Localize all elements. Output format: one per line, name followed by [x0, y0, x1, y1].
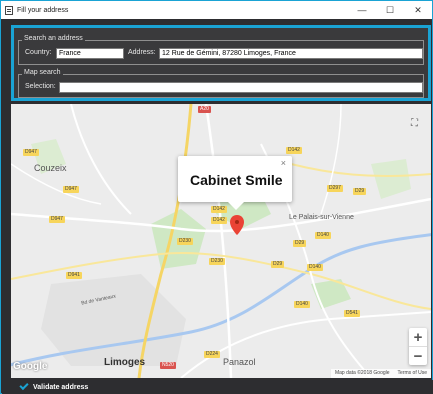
road-label: D140: [307, 264, 323, 271]
selection-label: Selection:: [25, 83, 56, 90]
zoom-out-button[interactable]: −: [409, 347, 427, 365]
road-label: D230: [177, 238, 193, 245]
minimize-button[interactable]: —: [348, 1, 376, 19]
country-field[interactable]: France: [56, 48, 124, 59]
road-label: N520: [160, 362, 176, 369]
road-label: D142: [211, 206, 227, 213]
road-label: D29: [293, 240, 307, 247]
place-label-palais: Le Palais-sur-Vienne: [289, 214, 354, 221]
map-search-group: Map search Selection:: [18, 69, 424, 98]
search-group-title: Search an address: [22, 35, 85, 42]
address-field[interactable]: 12 Rue de Gémini, 87280 Limoges, France: [159, 48, 423, 59]
road-label: D29: [353, 188, 367, 195]
road-label: D297: [327, 185, 343, 192]
road-label: D140: [315, 232, 331, 239]
fullscreen-icon[interactable]: ⛶: [411, 118, 425, 132]
info-window-title: Cabinet Smile: [190, 172, 283, 188]
search-address-group: Search an address Country: France Addres…: [18, 35, 424, 65]
place-label-panazol: Panazol: [223, 357, 256, 367]
validate-address-button[interactable]: Validate address: [19, 380, 89, 391]
road-label: D142: [286, 147, 302, 154]
bottom-bar: Validate address: [2, 380, 433, 394]
validate-address-label: Validate address: [33, 383, 89, 391]
close-button[interactable]: ✕: [404, 1, 432, 19]
road-label: D947: [23, 149, 39, 156]
address-label: Address:: [128, 49, 156, 56]
app-icon: [5, 5, 13, 15]
place-label-limoges: Limoges: [104, 357, 146, 368]
address-panel: Search an address Country: France Addres…: [11, 25, 431, 101]
google-logo: Google: [13, 361, 48, 372]
terms-of-use-link[interactable]: Terms of Use: [394, 369, 431, 378]
place-label-couzeix: Couzeix: [34, 163, 67, 173]
zoom-control: + −: [409, 328, 427, 365]
road-label: D947: [63, 186, 79, 193]
road-label: D142: [211, 217, 227, 224]
map-data-credit: Map data ©2018 Google: [334, 370, 390, 376]
window-controls: — ☐ ✕: [348, 1, 432, 19]
road-label: A20: [198, 106, 211, 113]
road-label: D941: [66, 272, 82, 279]
selection-field[interactable]: [59, 82, 423, 93]
window-title: Fill your address: [17, 6, 69, 14]
road-label: D947: [49, 216, 65, 223]
road-label: D224: [204, 351, 220, 358]
map-view[interactable]: A20 D947 D947 D947 D142 D142 D142 D297 D…: [11, 104, 431, 378]
map-canvas: [11, 104, 431, 378]
road-label: D29: [271, 261, 285, 268]
road-label: D541: [344, 310, 360, 317]
map-search-group-title: Map search: [22, 69, 63, 76]
info-window[interactable]: × Cabinet Smile: [178, 156, 292, 210]
app-window: Fill your address — ☐ ✕ Search an addres…: [0, 0, 433, 394]
road-label: D140: [294, 301, 310, 308]
title-bar: Fill your address — ☐ ✕: [1, 1, 432, 19]
maximize-button[interactable]: ☐: [376, 1, 404, 19]
country-label: Country:: [25, 49, 52, 56]
road-label: D230: [209, 258, 225, 265]
zoom-in-button[interactable]: +: [409, 328, 427, 346]
check-icon: [19, 380, 29, 391]
close-icon[interactable]: ×: [281, 158, 286, 168]
map-footer: Map data ©2018 Google Terms of Use: [330, 369, 431, 378]
